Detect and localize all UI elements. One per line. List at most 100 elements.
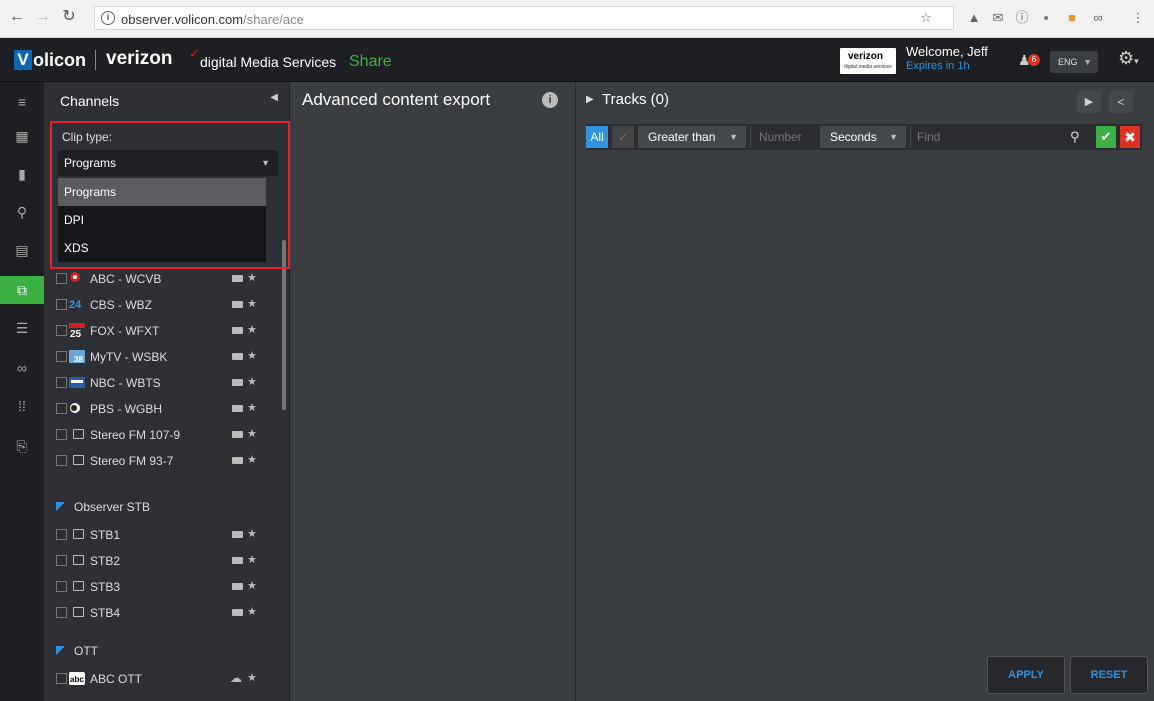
favorite-star-icon[interactable]: ★: [247, 297, 257, 310]
back-icon[interactable]: ←: [8, 8, 26, 26]
highlight-box: [50, 121, 290, 269]
channel-row[interactable]: NBC - WBTS ★: [44, 370, 284, 396]
favorite-star-icon[interactable]: ★: [247, 323, 257, 336]
channel-checkbox[interactable]: [56, 581, 67, 592]
favorite-star-icon[interactable]: ★: [247, 349, 257, 362]
list-icon[interactable]: ☰: [0, 314, 44, 342]
reset-button[interactable]: RESET: [1070, 656, 1148, 694]
channel-row[interactable]: STB2 ★: [44, 548, 284, 574]
channel-name: STB1: [90, 528, 121, 542]
filter-check-toggle[interactable]: ✓: [612, 126, 634, 148]
channel-row[interactable]: STB1 ★: [44, 522, 284, 548]
search-icon[interactable]: ⚲: [1070, 126, 1080, 148]
address-bar[interactable]: i observer.volicon.com/share/ace: [94, 6, 954, 30]
channel-checkbox[interactable]: [56, 555, 67, 566]
export-icon[interactable]: ⧉: [0, 276, 44, 304]
channel-checkbox[interactable]: [56, 377, 67, 388]
unit-select[interactable]: Seconds ▼: [820, 126, 906, 148]
settings-gear-icon[interactable]: ⚙▾: [1118, 48, 1139, 69]
channel-row[interactable]: 38 MyTV - WSBK ★: [44, 344, 284, 370]
channel-checkbox[interactable]: [56, 351, 67, 362]
favorite-star-icon[interactable]: ★: [247, 401, 257, 414]
favorite-star-icon[interactable]: ★: [247, 579, 257, 592]
document-export-icon[interactable]: ⎘: [0, 432, 44, 460]
site-info-icon[interactable]: i: [101, 11, 115, 25]
extension-mail-icon[interactable]: ✉: [990, 10, 1006, 26]
tracks-filter-bar: All ✓ Greater than ▼ Number Seconds ▼ Find…: [586, 124, 1142, 150]
hamburger-menu-icon[interactable]: ≡: [0, 88, 44, 116]
channel-checkbox[interactable]: [56, 299, 67, 310]
favorite-star-icon[interactable]: ★: [247, 427, 257, 440]
number-input[interactable]: Number: [750, 126, 816, 148]
bookmark-icon[interactable]: ▮: [0, 160, 44, 188]
channel-row[interactable]: Stereo FM 93-7 ★: [44, 448, 284, 474]
reload-icon[interactable]: ↻: [60, 8, 78, 26]
find-input[interactable]: Find: [910, 126, 1090, 148]
favorite-star-icon[interactable]: ★: [247, 375, 257, 388]
play-button[interactable]: ▶: [1077, 91, 1101, 113]
left-nav-rail: ≡ ▦ ▮ ⚲ ▤ ⧉ ☰ ∞ ⁞⁞ ⎘: [0, 82, 44, 701]
favorite-star-icon[interactable]: ★: [247, 671, 257, 684]
channel-checkbox[interactable]: [56, 273, 67, 284]
info-icon[interactable]: i: [542, 92, 558, 108]
favorite-star-icon[interactable]: ★: [247, 553, 257, 566]
channel-row[interactable]: abc ABC OTT ☁ ★: [44, 666, 284, 692]
browser-chrome: ← → ↻ i observer.volicon.com/share/ace ☆…: [0, 0, 1154, 38]
channel-row[interactable]: 25 FOX - WFXT ★: [44, 318, 284, 344]
bookmark-star-icon[interactable]: ☆: [918, 10, 934, 26]
tracks-title: Tracks (0): [602, 91, 669, 108]
channel-checkbox[interactable]: [56, 455, 67, 466]
group-header-ott[interactable]: OTT: [56, 640, 276, 664]
expand-caret-icon[interactable]: ▶: [586, 94, 594, 105]
channel-checkbox[interactable]: [56, 403, 67, 414]
channel-row[interactable]: STB4 ★: [44, 600, 284, 626]
channel-checkbox[interactable]: [56, 429, 67, 440]
browser-menu-icon[interactable]: ⋮: [1130, 10, 1146, 26]
extension-link-icon[interactable]: ∞: [1090, 10, 1106, 26]
comparator-select[interactable]: Greater than ▼: [638, 126, 746, 148]
channel-row[interactable]: 24 CBS - WBZ ★: [44, 292, 284, 318]
film-icon[interactable]: ▦: [0, 122, 44, 150]
channel-checkbox[interactable]: [56, 673, 67, 684]
device-icon: [232, 275, 243, 282]
channels-title: Channels: [60, 93, 120, 109]
share-button[interactable]: <: [1109, 91, 1133, 113]
dots-grid-icon[interactable]: ⁞⁞: [0, 392, 44, 420]
channel-row[interactable]: PBS - WGBH ★: [44, 396, 284, 422]
filter-all-toggle[interactable]: All: [586, 126, 608, 148]
device-icon: [232, 353, 243, 360]
clear-button[interactable]: ✖: [1120, 126, 1140, 148]
favorite-star-icon[interactable]: ★: [247, 453, 257, 466]
collapse-left-icon[interactable]: ◀: [270, 92, 278, 103]
channel-row[interactable]: Stereo FM 107-9 ★: [44, 422, 284, 448]
extension-dots-icon[interactable]: ▪: [1038, 10, 1054, 26]
grid-icon[interactable]: ▤: [0, 236, 44, 264]
device-icon: [232, 609, 243, 616]
search-icon[interactable]: ⚲: [0, 198, 44, 226]
voicemail-icon[interactable]: ∞: [0, 354, 44, 382]
chevron-down-icon: ▼: [729, 132, 738, 142]
favorite-star-icon[interactable]: ★: [247, 271, 257, 284]
extension-info-icon[interactable]: ⓘ: [1014, 10, 1030, 26]
channel-checkbox[interactable]: [56, 325, 67, 336]
favorite-star-icon[interactable]: ★: [247, 527, 257, 540]
confirm-button[interactable]: ✔: [1096, 126, 1116, 148]
device-icon: [232, 431, 243, 438]
chevron-down-icon: ▼: [889, 132, 898, 142]
apply-button[interactable]: APPLY: [987, 656, 1065, 694]
brand-suffix: digital Media Services: [200, 54, 337, 70]
channel-checkbox[interactable]: [56, 607, 67, 618]
favorite-star-icon[interactable]: ★: [247, 605, 257, 618]
extension-drive-icon[interactable]: ▲: [966, 10, 982, 26]
channel-row[interactable]: STB3 ★: [44, 574, 284, 600]
channel-name: ABC - WCVB: [90, 272, 162, 286]
group-name: Observer STB: [74, 500, 151, 514]
extension-orange-icon[interactable]: ■: [1064, 10, 1080, 26]
channel-row[interactable]: ABC - WCVB ★: [44, 266, 284, 292]
tv-icon: [73, 581, 84, 591]
notifications-bell-icon[interactable]: ♟ 6: [1018, 52, 1040, 70]
forward-icon[interactable]: →: [34, 8, 52, 26]
channel-checkbox[interactable]: [56, 529, 67, 540]
group-header-observer-stb[interactable]: Observer STB: [56, 496, 276, 520]
language-select[interactable]: ENG ▼: [1050, 51, 1098, 73]
